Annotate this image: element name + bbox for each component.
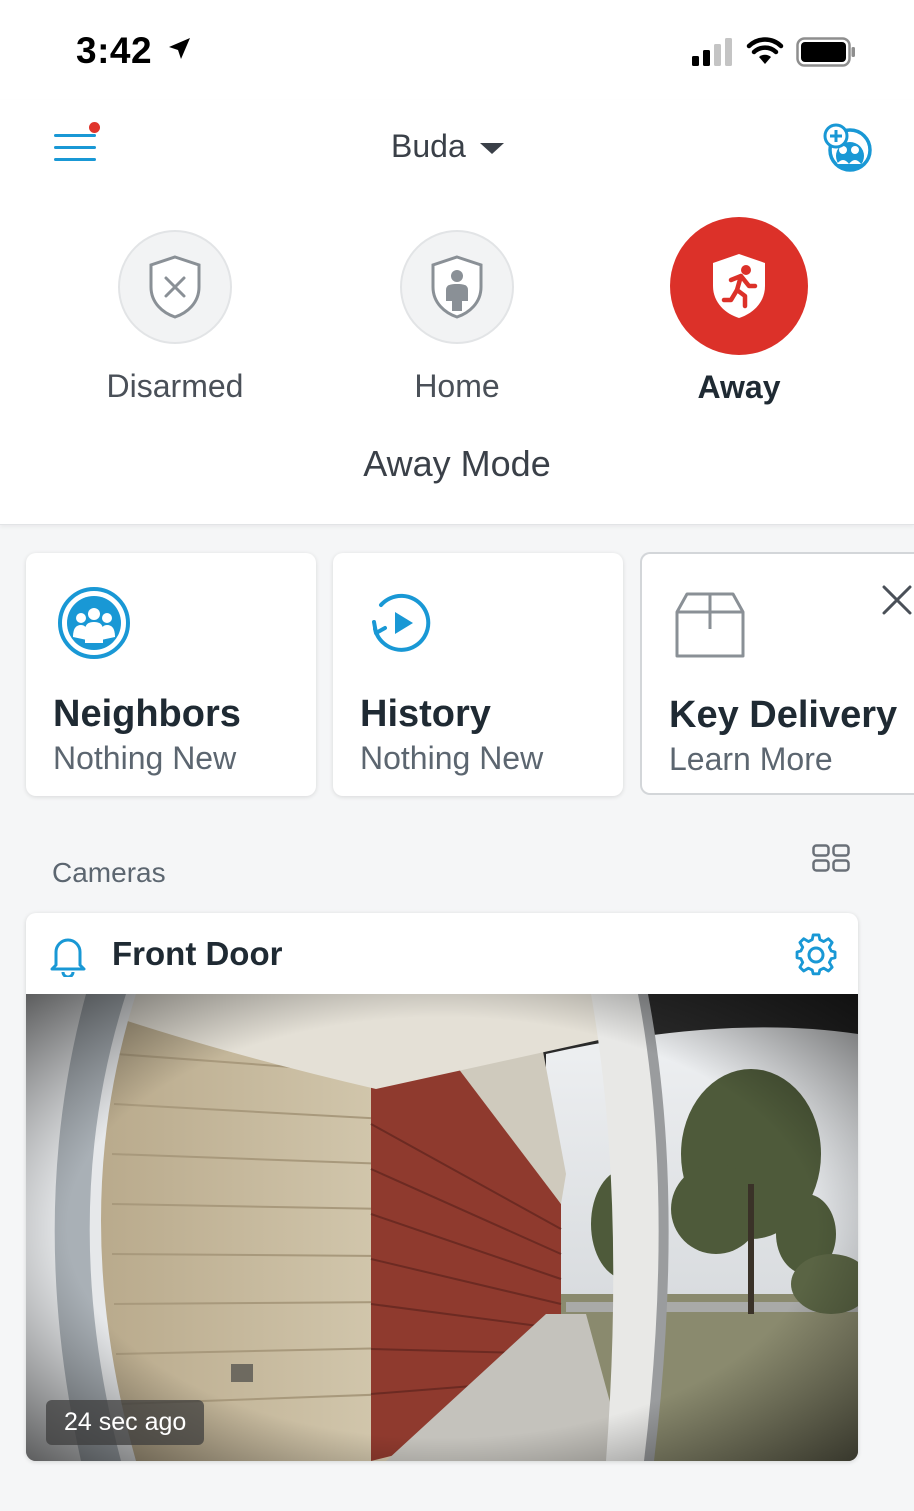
camera-header: Front Door xyxy=(26,913,858,994)
neighbors-icon xyxy=(58,587,130,659)
location-arrow-icon xyxy=(169,38,190,59)
key-delivery-card[interactable]: Key Delivery Learn More xyxy=(640,552,914,795)
package-icon xyxy=(675,592,745,658)
history-card[interactable]: History Nothing New xyxy=(333,553,623,796)
shield-x-icon xyxy=(149,255,201,319)
shield-person-icon xyxy=(431,255,483,319)
grid-view-icon[interactable] xyxy=(812,844,850,872)
card-subtitle: Learn More xyxy=(669,741,833,777)
mode-label-away: Away xyxy=(697,369,781,405)
cameras-section-title: Cameras xyxy=(52,857,166,888)
bell-icon[interactable] xyxy=(48,933,88,977)
mode-home[interactable]: Home xyxy=(337,100,577,405)
mode-label-home: Home xyxy=(414,368,500,404)
status-time: 3:42 xyxy=(76,30,153,71)
top-panel: Buda Disarmed Home Away Away Mode xyxy=(0,100,914,525)
shield-running-icon xyxy=(713,254,765,318)
card-title: Key Delivery xyxy=(669,694,898,736)
mode-disarmed[interactable]: Disarmed xyxy=(55,100,295,405)
card-title: History xyxy=(360,693,491,735)
mode-away[interactable]: Away xyxy=(619,100,859,406)
battery-icon xyxy=(796,37,855,67)
camera-snapshot-image xyxy=(26,994,858,1461)
snapshot-timestamp: 24 sec ago xyxy=(46,1400,205,1445)
close-icon[interactable] xyxy=(881,584,913,616)
mode-label-disarmed: Disarmed xyxy=(106,368,244,404)
card-subtitle: Nothing New xyxy=(360,740,544,776)
card-subtitle: Nothing New xyxy=(53,740,237,776)
camera-name: Front Door xyxy=(112,935,283,972)
cellular-signal-icon xyxy=(692,38,732,66)
history-icon xyxy=(372,593,431,652)
mode-description: Away Mode xyxy=(363,443,551,484)
status-bar: 3:42 xyxy=(0,0,914,100)
gear-icon[interactable] xyxy=(794,933,838,977)
card-title: Neighbors xyxy=(53,693,241,735)
camera-card: Front Door 24 sec ago xyxy=(26,913,858,1461)
neighbors-card[interactable]: Neighbors Nothing New xyxy=(26,553,316,796)
camera-feed[interactable]: 24 sec ago xyxy=(26,994,858,1461)
wifi-icon xyxy=(746,37,784,64)
